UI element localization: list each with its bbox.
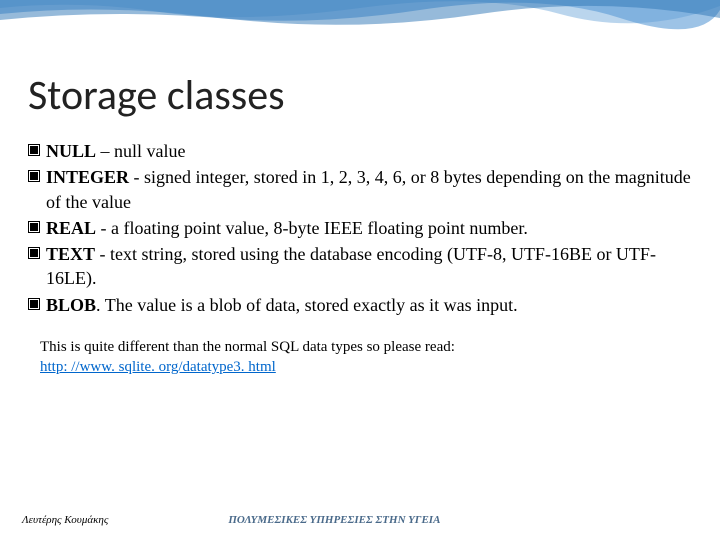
footer-title: ΠΟΛΥΜΕΣΙΚΕΣ ΥΠΗΡΕΣΙΕΣ ΣΤΗΝ ΥΓΕΙΑ bbox=[108, 514, 440, 526]
bullet-list: NULL – null value INTEGER - signed integ… bbox=[0, 131, 720, 317]
bullet-icon bbox=[28, 170, 40, 182]
bullet-text: REAL - a floating point value, 8-byte IE… bbox=[46, 216, 692, 240]
note-block: This is quite different than the normal … bbox=[0, 319, 720, 378]
bullet-icon bbox=[28, 144, 40, 156]
bullet-text: BLOB. The value is a blob of data, store… bbox=[46, 293, 692, 317]
bullet-item: INTEGER - signed integer, stored in 1, 2… bbox=[28, 165, 692, 214]
bullet-text: TEXT - text string, stored using the dat… bbox=[46, 242, 692, 291]
note-link[interactable]: http: //www. sqlite. org/datatype3. html bbox=[40, 359, 276, 375]
note-text: This is quite different than the normal … bbox=[40, 337, 692, 357]
bullet-icon bbox=[28, 247, 40, 259]
footer-author: Λευτέρης Κουμάκης bbox=[0, 514, 108, 526]
bullet-item: TEXT - text string, stored using the dat… bbox=[28, 242, 692, 291]
wave-decoration bbox=[0, 0, 720, 45]
bullet-item: BLOB. The value is a blob of data, store… bbox=[28, 293, 692, 317]
bullet-item: NULL – null value bbox=[28, 139, 692, 163]
footer: Λευτέρης Κουμάκης ΠΟΛΥΜΕΣΙΚΕΣ ΥΠΗΡΕΣΙΕΣ … bbox=[0, 514, 720, 526]
bullet-icon bbox=[28, 221, 40, 233]
bullet-text: NULL – null value bbox=[46, 139, 692, 163]
bullet-item: REAL - a floating point value, 8-byte IE… bbox=[28, 216, 692, 240]
bullet-text: INTEGER - signed integer, stored in 1, 2… bbox=[46, 165, 692, 214]
bullet-icon bbox=[28, 298, 40, 310]
